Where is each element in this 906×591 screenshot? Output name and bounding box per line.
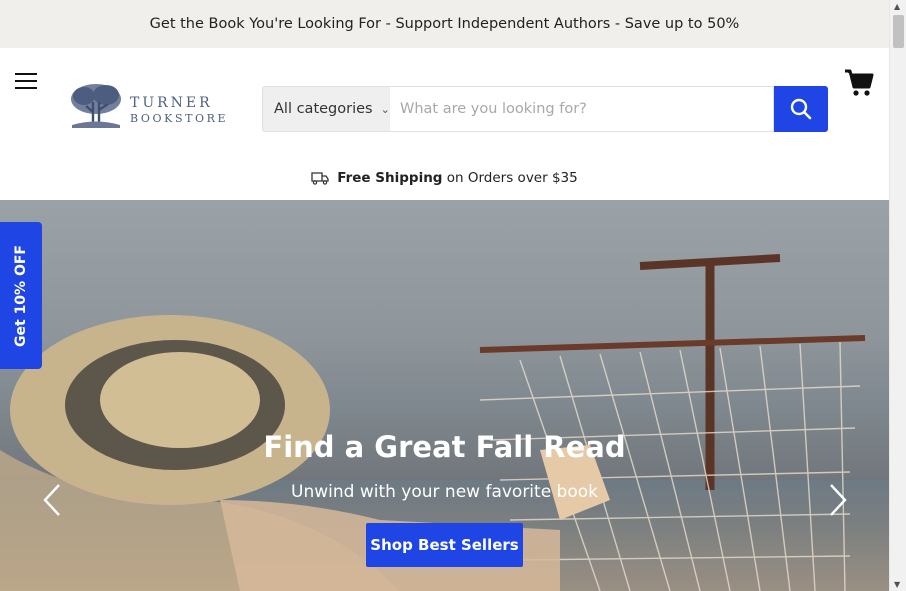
shop-best-sellers-button[interactable]: Shop Best Sellers — [366, 523, 523, 567]
cart-icon[interactable] — [843, 66, 875, 98]
chevron-left-icon[interactable] — [40, 482, 64, 518]
tree-logo-icon — [71, 84, 121, 128]
chevron-right-icon[interactable] — [826, 482, 850, 518]
chevron-down-icon: ⌄ — [380, 102, 390, 116]
discount-tab-label: Get 10% OFF — [13, 244, 29, 347]
site-header: TURNER BOOKSTORE All categories ⌄ What a… — [0, 48, 889, 200]
menu-icon[interactable] — [15, 73, 39, 91]
search-icon — [790, 98, 812, 120]
shipping-notice: Free Shipping on Orders over $35 — [0, 170, 889, 186]
truck-icon — [311, 172, 329, 185]
hero-subtitle: Unwind with your new favorite book — [291, 482, 598, 502]
store-logo[interactable]: TURNER BOOKSTORE — [68, 82, 238, 134]
scroll-up-icon[interactable]: ▲ — [894, 2, 900, 11]
category-label: All categories — [274, 101, 373, 117]
logo-line-2: BOOKSTORE — [130, 112, 229, 125]
announcement-bar: Get the Book You're Looking For - Suppor… — [0, 0, 889, 48]
scroll-thumb[interactable] — [893, 15, 904, 48]
shipping-bold: Free Shipping — [337, 170, 443, 186]
scroll-down-icon[interactable]: ▼ — [894, 580, 900, 589]
discount-tab[interactable]: Get 10% OFF — [0, 222, 42, 369]
search-button[interactable] — [774, 86, 828, 132]
search-bar: All categories ⌄ — [262, 86, 828, 132]
announcement-text: Get the Book You're Looking For - Suppor… — [149, 16, 740, 32]
hero-banner: Find a Great Fall Read Unwind with your … — [0, 200, 889, 591]
search-input[interactable] — [390, 86, 774, 132]
logo-line-1: TURNER — [130, 95, 213, 111]
scrollbar[interactable]: ▲ ▼ — [889, 0, 906, 591]
category-select[interactable]: All categories ⌄ — [262, 86, 390, 132]
shipping-rest: on Orders over $35 — [446, 170, 578, 186]
hero-title: Find a Great Fall Read — [263, 430, 626, 464]
